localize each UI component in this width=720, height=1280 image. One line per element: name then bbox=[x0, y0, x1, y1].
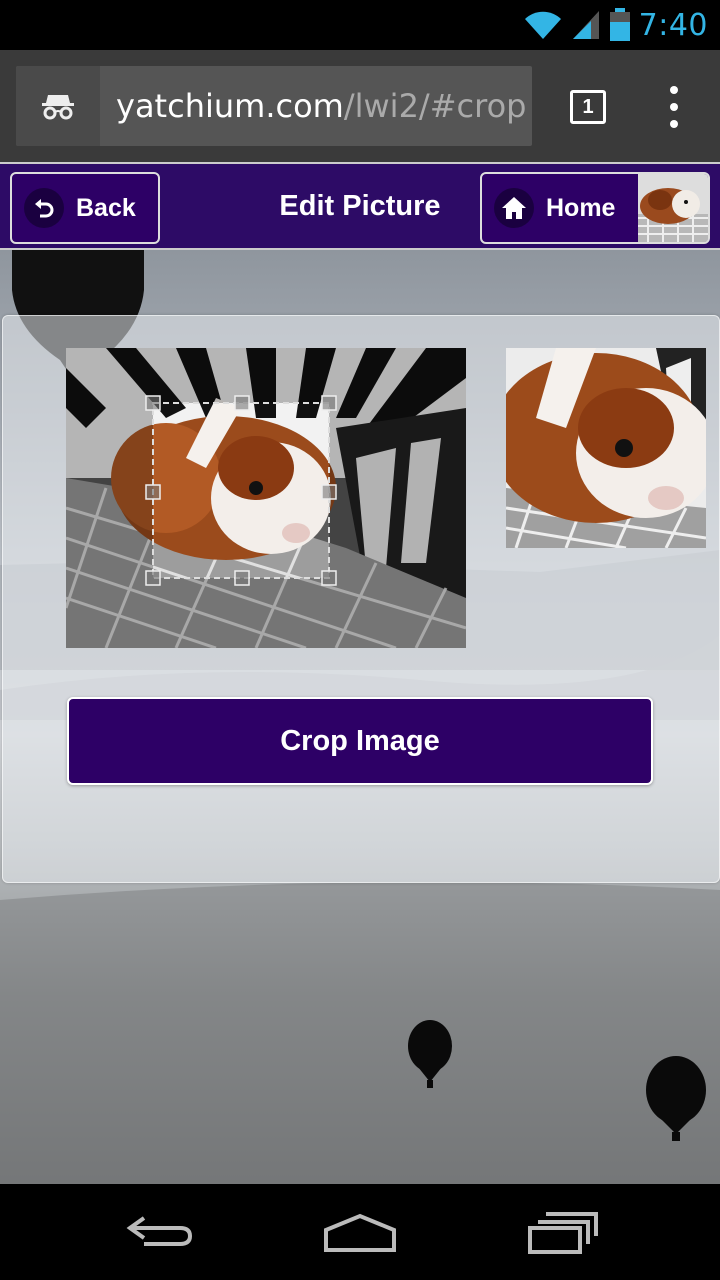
recents-nav-icon[interactable] bbox=[524, 1208, 604, 1256]
url-text[interactable]: yatchium.com/lwi2/#crop bbox=[116, 66, 526, 146]
app-header: Back Edit Picture Home bbox=[0, 162, 720, 250]
back-arrow-icon bbox=[24, 188, 64, 228]
crop-source-image[interactable] bbox=[66, 348, 466, 648]
home-icon bbox=[494, 188, 534, 228]
wifi-icon bbox=[524, 11, 561, 39]
system-navigation-bar bbox=[0, 1184, 720, 1280]
browser-toolbar: yatchium.com/lwi2/#crop 1 bbox=[0, 50, 720, 162]
address-bar[interactable]: yatchium.com/lwi2/#crop bbox=[16, 66, 532, 146]
home-button[interactable]: Home bbox=[480, 172, 710, 244]
status-bar: 7:40 bbox=[0, 0, 720, 50]
clock: 7:40 bbox=[638, 7, 708, 43]
tabs-icon[interactable]: 1 bbox=[570, 90, 606, 124]
back-nav-icon[interactable] bbox=[124, 1208, 196, 1256]
battery-icon bbox=[609, 8, 630, 41]
overflow-menu-icon[interactable] bbox=[664, 86, 684, 128]
avatar bbox=[638, 174, 708, 242]
url-path: /lwi2/#crop bbox=[343, 87, 527, 125]
back-label: Back bbox=[76, 193, 136, 222]
crop-preview-image bbox=[506, 348, 706, 548]
tab-count: 1 bbox=[582, 95, 594, 118]
incognito-icon bbox=[16, 66, 100, 146]
page-title: Edit Picture bbox=[279, 190, 441, 222]
signal-icon bbox=[572, 11, 599, 39]
home-nav-icon[interactable] bbox=[320, 1208, 400, 1256]
home-label: Home bbox=[546, 193, 616, 222]
back-button[interactable]: Back bbox=[10, 172, 160, 244]
url-host: yatchium.com bbox=[116, 87, 344, 125]
crop-image-button[interactable]: Crop Image bbox=[67, 697, 653, 785]
